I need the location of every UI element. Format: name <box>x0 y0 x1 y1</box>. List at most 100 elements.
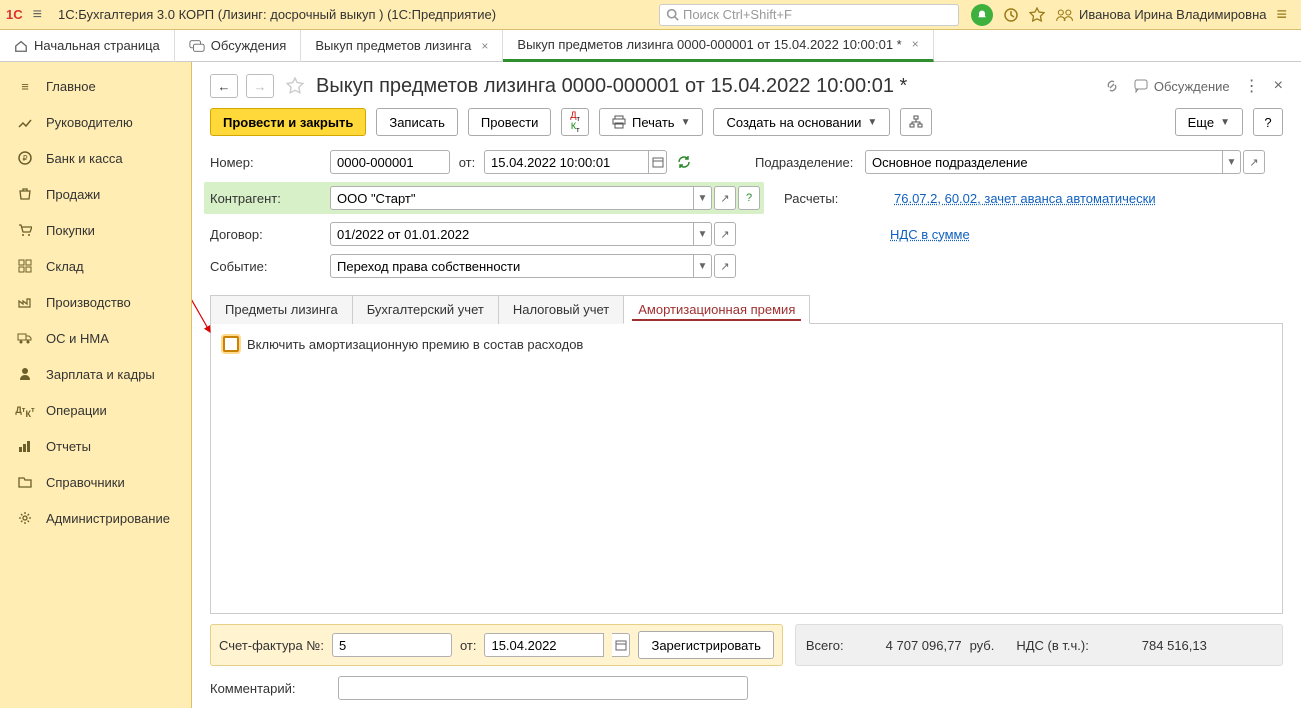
close-icon[interactable]: × <box>481 39 488 53</box>
main-panel: ← → Выкуп предметов лизинга 0000-000001 … <box>192 62 1301 708</box>
include-bonus-checkbox-row[interactable]: Включить амортизационную премию в состав… <box>223 336 583 352</box>
sidebar-item-refs[interactable]: Справочники <box>0 464 191 500</box>
discussion-label: Обсуждение <box>1154 79 1230 94</box>
create-based-button[interactable]: Создать на основании▼ <box>713 108 890 136</box>
sidebar-item-label: Отчеты <box>46 439 91 454</box>
form-row-counterparty: Контрагент: ▼ ↗ ? Расчеты: 76.07.2, 60.0… <box>210 182 1283 214</box>
register-button[interactable]: Зарегистрировать <box>638 631 773 659</box>
discussion-button[interactable]: Обсуждение <box>1134 79 1230 94</box>
nav-forward-button[interactable]: → <box>246 74 274 98</box>
app-title: 1С:Бухгалтерия 3.0 КОРП (Лизинг: досрочн… <box>58 7 496 22</box>
menu-icon[interactable]: ≡ <box>29 6 46 24</box>
more-button[interactable]: Еще▼ <box>1175 108 1243 136</box>
open-icon[interactable]: ↗ <box>1243 150 1265 174</box>
counterparty-label: Контрагент: <box>210 191 330 206</box>
person-icon <box>16 365 34 383</box>
sidebar-item-assets[interactable]: ОС и НМА <box>0 320 191 356</box>
close-icon[interactable]: × <box>1274 77 1283 95</box>
dropdown-icon[interactable]: ▼ <box>694 222 712 246</box>
comment-row: Комментарий: <box>210 676 1283 700</box>
number-input[interactable] <box>330 150 450 174</box>
refresh-icon[interactable] <box>677 155 691 169</box>
search-icon <box>666 8 679 21</box>
calendar-icon[interactable] <box>612 633 630 657</box>
contract-input[interactable] <box>330 222 694 246</box>
sidebar-item-reports[interactable]: Отчеты <box>0 428 191 464</box>
nav-back-button[interactable]: ← <box>210 74 238 98</box>
print-button[interactable]: Печать▼ <box>599 108 704 136</box>
factory-icon <box>16 293 34 311</box>
tab-home[interactable]: Начальная страница <box>0 30 175 62</box>
division-label: Подразделение: <box>755 155 865 170</box>
dropdown-icon[interactable]: ▼ <box>694 186 712 210</box>
itab-items[interactable]: Предметы лизинга <box>210 295 353 324</box>
body: ≡Главное Руководителю ₽Банк и касса Прод… <box>0 62 1301 708</box>
settlements-label: Расчеты: <box>784 191 894 206</box>
comment-input[interactable] <box>338 676 748 700</box>
write-button[interactable]: Записать <box>376 108 458 136</box>
tabstrip: Начальная страница Обсуждения Выкуп пред… <box>0 30 1301 62</box>
post-button[interactable]: Провести <box>468 108 552 136</box>
division-input[interactable] <box>865 150 1223 174</box>
history-icon[interactable] <box>1003 7 1019 23</box>
global-search[interactable]: Поиск Ctrl+Shift+F <box>659 4 959 26</box>
printer-icon <box>612 115 626 129</box>
close-icon[interactable]: × <box>912 37 919 51</box>
settlements-link[interactable]: 76.07.2, 60.02, зачет аванса автоматичес… <box>894 191 1156 206</box>
titlebar-more-icon[interactable]: ≡ <box>1276 4 1287 25</box>
invoice-date-input[interactable] <box>484 633 604 657</box>
itab-bonus[interactable]: Амортизационная премия <box>623 295 810 324</box>
counterparty-input[interactable] <box>330 186 694 210</box>
sidebar-item-admin[interactable]: Администрирование <box>0 500 191 536</box>
checkbox-icon[interactable] <box>223 336 239 352</box>
lines-icon: ≡ <box>16 77 34 95</box>
help-button[interactable]: ? <box>1253 108 1283 136</box>
open-icon[interactable]: ↗ <box>714 186 736 210</box>
date-input[interactable] <box>484 150 649 174</box>
kebab-icon[interactable]: ⋮ <box>1244 76 1260 96</box>
user-block[interactable]: Иванова Ирина Владимировна <box>1055 7 1267 23</box>
contract-label: Договор: <box>210 227 330 242</box>
sidebar-item-purchases[interactable]: Покупки <box>0 212 191 248</box>
open-icon[interactable]: ↗ <box>714 222 736 246</box>
calendar-icon[interactable] <box>649 150 667 174</box>
favorite-star-icon[interactable] <box>286 77 304 95</box>
nds-link[interactable]: НДС в сумме <box>890 227 970 242</box>
sidebar-item-hr[interactable]: Зарплата и кадры <box>0 356 191 392</box>
tab-label: Выкуп предметов лизинга <box>315 38 471 53</box>
dropdown-icon[interactable]: ▼ <box>1223 150 1241 174</box>
sidebar-item-manager[interactable]: Руководителю <box>0 104 191 140</box>
users-icon <box>1055 7 1075 23</box>
sidebar-item-sales[interactable]: Продажи <box>0 176 191 212</box>
sidebar-item-label: Покупки <box>46 223 95 238</box>
tab-discussions[interactable]: Обсуждения <box>175 30 302 62</box>
dropdown-icon[interactable]: ▼ <box>694 254 712 278</box>
tab-label: Выкуп предметов лизинга 0000-000001 от 1… <box>517 37 901 52</box>
itab-accounting[interactable]: Бухгалтерский учет <box>352 295 499 324</box>
star-icon[interactable] <box>1029 7 1045 23</box>
open-icon[interactable]: ↗ <box>714 254 736 278</box>
sidebar-item-production[interactable]: Производство <box>0 284 191 320</box>
tab-leasing-list[interactable]: Выкуп предметов лизинга × <box>301 30 503 62</box>
sidebar-item-stock[interactable]: Склад <box>0 248 191 284</box>
post-and-close-button[interactable]: Провести и закрыть <box>210 108 366 136</box>
help-icon[interactable]: ? <box>738 186 760 210</box>
invoice-no-input[interactable] <box>332 633 452 657</box>
tab-label: Начальная страница <box>34 38 160 53</box>
dtkt-button[interactable]: ДтКт <box>561 108 589 136</box>
itab-tax[interactable]: Налоговый учет <box>498 295 624 324</box>
cart-icon <box>16 221 34 239</box>
structure-button[interactable] <box>900 108 932 136</box>
bell-icon[interactable] <box>971 4 993 26</box>
print-label: Печать <box>632 115 675 130</box>
sidebar-item-label: Склад <box>46 259 84 274</box>
sidebar-item-operations[interactable]: ДтКтОперации <box>0 392 191 428</box>
sidebar-item-bank[interactable]: ₽Банк и касса <box>0 140 191 176</box>
event-input[interactable] <box>330 254 694 278</box>
sidebar-item-label: Руководителю <box>46 115 133 130</box>
sidebar-item-label: Администрирование <box>46 511 170 526</box>
chat-icon <box>1134 79 1150 93</box>
tab-leasing-doc[interactable]: Выкуп предметов лизинга 0000-000001 от 1… <box>503 30 933 62</box>
sidebar-item-main[interactable]: ≡Главное <box>0 68 191 104</box>
link-icon[interactable] <box>1104 78 1120 94</box>
